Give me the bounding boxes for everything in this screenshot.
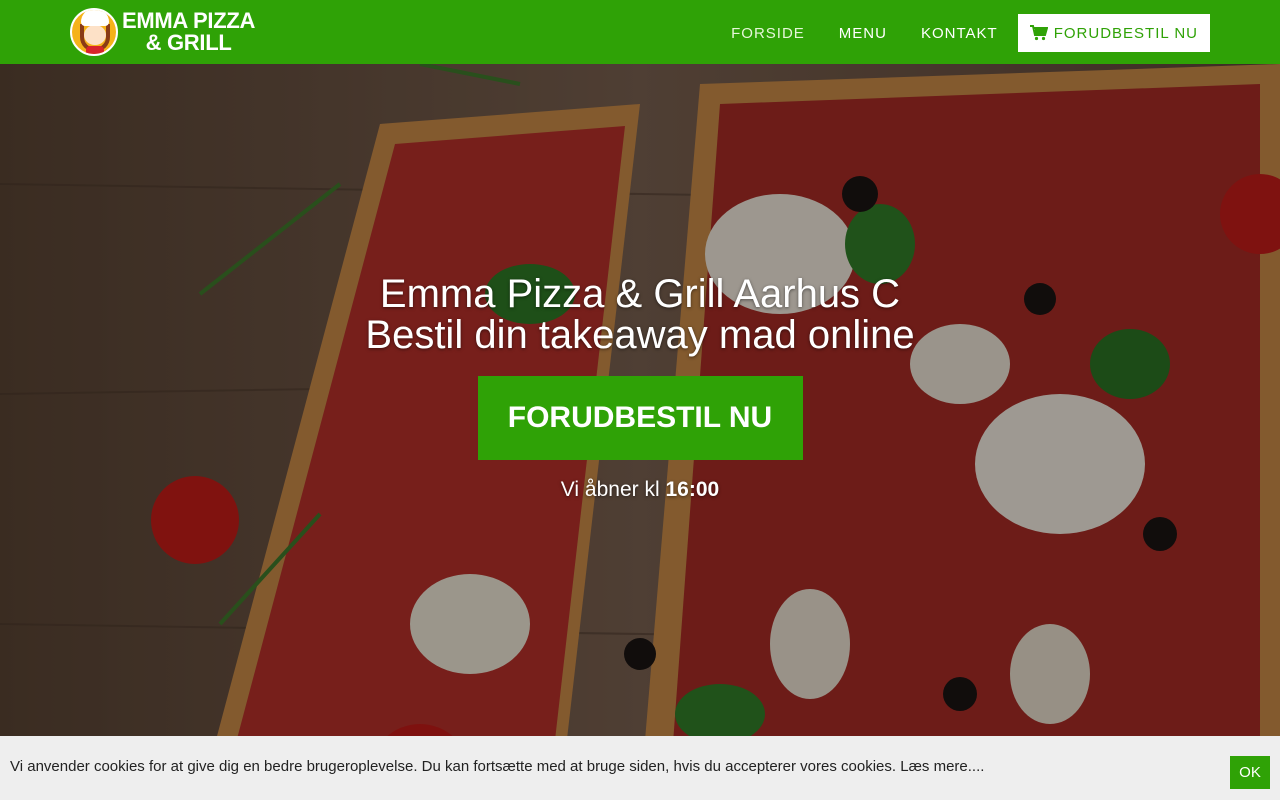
logo-text: EMMA PIZZA & GRILL (122, 10, 255, 54)
hero-title-line2: Bestil din takeaway mad online (365, 313, 915, 357)
shopping-cart-icon (1029, 25, 1048, 41)
hero-content: Emma Pizza & Grill Aarhus C Bestil din t… (0, 274, 1280, 502)
chef-mascot-icon (70, 8, 118, 56)
main-nav: FORSIDE MENU KONTAKT FORUDBESTIL NU (697, 14, 1210, 52)
top-navbar: EMMA PIZZA & GRILL FORSIDE MENU KONTAKT … (0, 0, 1280, 64)
nav-order-button[interactable]: FORUDBESTIL NU (1017, 14, 1210, 52)
hero-section: Emma Pizza & Grill Aarhus C Bestil din t… (0, 64, 1280, 800)
hero-order-button[interactable]: FORUDBESTIL NU (477, 376, 803, 460)
opening-time: 16:00 (665, 478, 720, 501)
site-logo[interactable]: EMMA PIZZA & GRILL (70, 6, 255, 58)
hero-title-line1: Emma Pizza & Grill Aarhus C (379, 272, 901, 316)
opening-prefix: Vi åbner kl (560, 478, 660, 501)
nav-order-button-label: FORUDBESTIL NU (1053, 24, 1198, 42)
cookie-consent-text[interactable]: Vi anvender cookies for at give dig en b… (10, 758, 984, 775)
cookie-ok-button[interactable]: OK (1230, 756, 1270, 789)
nav-item-menu[interactable]: MENU (839, 25, 887, 42)
logo-text-line2: & GRILL (145, 30, 232, 55)
nav-item-forside[interactable]: FORSIDE (731, 25, 805, 42)
opening-hours-text: Vi åbner kl 16:00 (0, 478, 1280, 502)
logo-text-line1: EMMA PIZZA (122, 8, 256, 33)
cookie-consent-bar: Vi anvender cookies for at give dig en b… (0, 736, 1280, 800)
hero-title: Emma Pizza & Grill Aarhus C Bestil din t… (0, 274, 1280, 356)
nav-item-kontakt[interactable]: KONTAKT (921, 25, 998, 42)
